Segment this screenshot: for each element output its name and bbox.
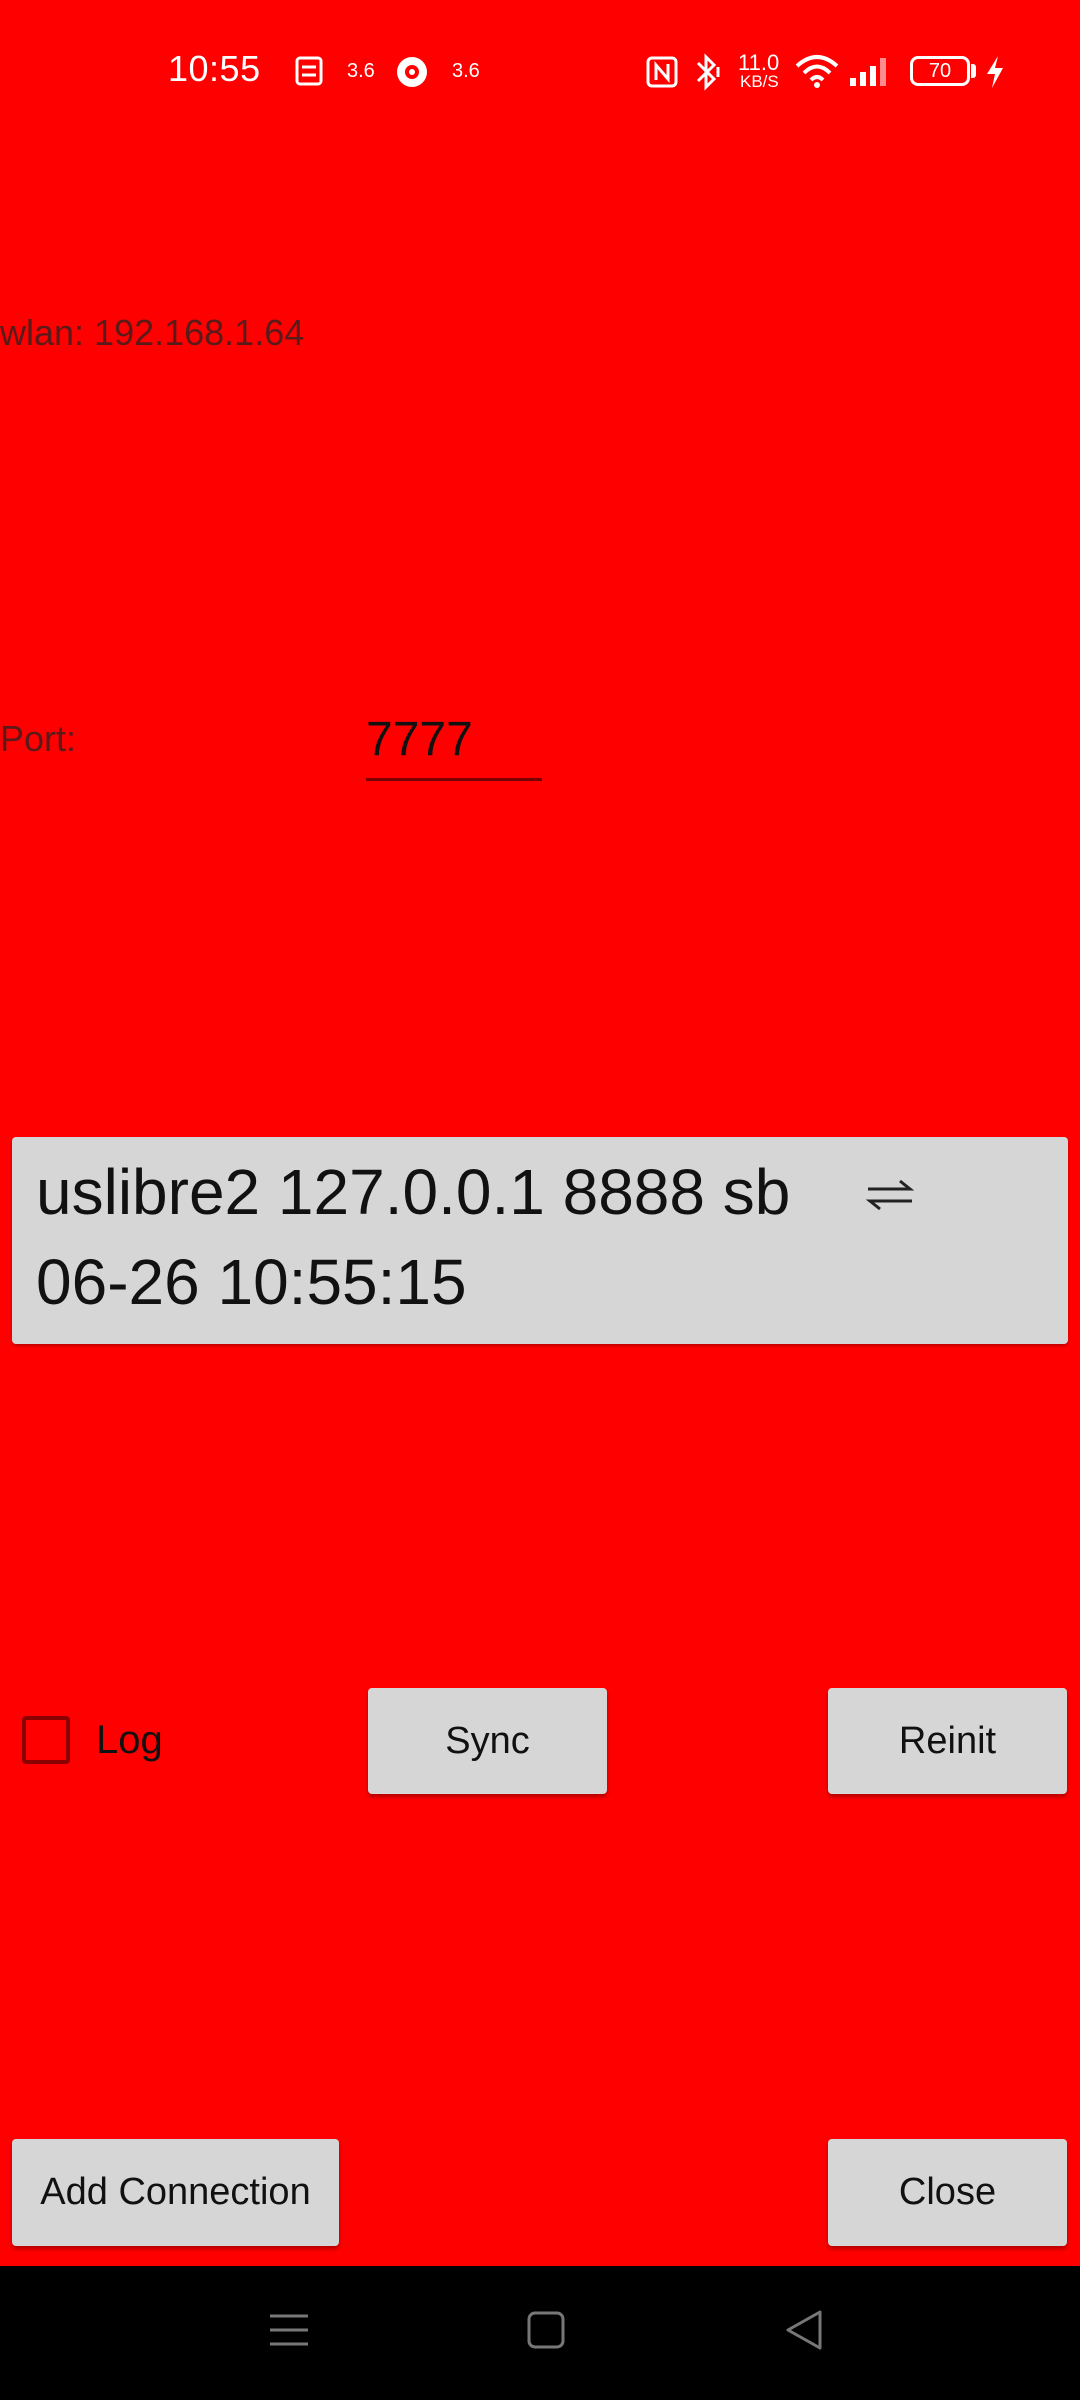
add-connection-button[interactable]: Add Connection <box>12 2139 339 2246</box>
net-speed-unit: KB/S <box>740 72 779 91</box>
data-speed-1: 3.6 <box>347 60 375 82</box>
status-bar: 10:55 3.6 3.6 11.0 KB/S 70 <box>0 0 1080 140</box>
menu-icon[interactable] <box>268 2310 310 2355</box>
close-button[interactable]: Close <box>828 2139 1067 2246</box>
charging-icon <box>984 54 1006 90</box>
connection-details: uslibre2 127.0.0.1 8888 sb <box>36 1156 791 1228</box>
hotspot-icon <box>394 54 430 90</box>
navigation-bar <box>0 2266 1080 2400</box>
reinit-button[interactable]: Reinit <box>828 1688 1067 1794</box>
status-time: 10:55 <box>168 48 261 89</box>
nfc-icon <box>646 56 678 88</box>
port-input[interactable] <box>366 700 542 781</box>
log-label: Log <box>96 1718 163 1762</box>
battery-icon: 70 <box>910 56 970 86</box>
wifi-icon <box>794 52 840 90</box>
swap-arrows-icon <box>862 1167 918 1223</box>
data-speed-2: 3.6 <box>452 60 480 82</box>
log-checkbox[interactable] <box>22 1716 70 1764</box>
sim-card-icon <box>294 56 324 86</box>
connection-timestamp: 06-26 10:55:15 <box>36 1246 467 1318</box>
wlan-address: wlan: 192.168.1.64 <box>0 312 305 353</box>
signal-icon <box>848 56 892 88</box>
connection-item[interactable]: uslibre2 127.0.0.1 8888 sb 06-26 10:55:1… <box>12 1137 1068 1344</box>
bluetooth-icon <box>690 52 726 92</box>
port-label: Port: <box>0 718 77 759</box>
sync-button[interactable]: Sync <box>368 1688 607 1794</box>
home-icon[interactable] <box>526 2310 566 2355</box>
back-icon[interactable] <box>784 2308 824 2357</box>
battery-tip <box>971 64 976 78</box>
